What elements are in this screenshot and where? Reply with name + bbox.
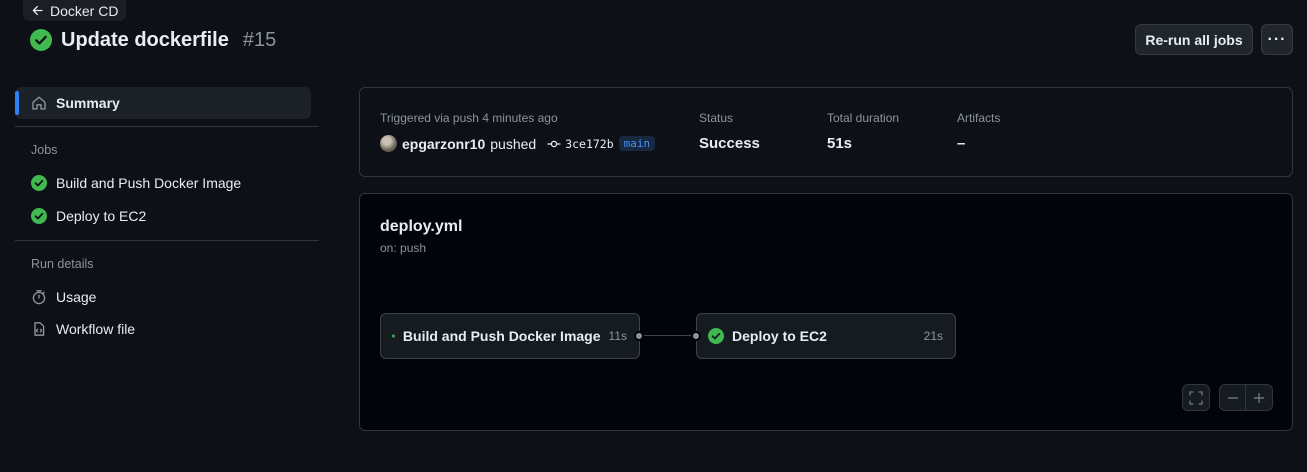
branch-label[interactable]: main bbox=[618, 136, 656, 151]
arrow-left-icon bbox=[32, 5, 43, 16]
kebab-icon: ··· bbox=[1267, 30, 1287, 48]
job-duration: 11s bbox=[608, 329, 627, 343]
job-name: Build and Push Docker Image bbox=[402, 328, 601, 344]
more-options-button[interactable]: ··· bbox=[1261, 24, 1293, 55]
artifacts-value: – bbox=[957, 135, 966, 152]
job-name: Deploy to EC2 bbox=[732, 328, 827, 344]
duration-value[interactable]: 51s bbox=[827, 135, 852, 152]
sidebar-item-usage[interactable]: Usage bbox=[31, 289, 96, 305]
success-check-icon bbox=[708, 328, 724, 344]
sidebar-divider bbox=[15, 126, 319, 127]
duration-label: Total duration bbox=[827, 111, 900, 125]
home-icon bbox=[32, 96, 46, 110]
status-label: Status bbox=[699, 111, 734, 125]
run-number: #15 bbox=[242, 28, 277, 51]
action-text: pushed bbox=[490, 135, 537, 152]
trigger-details: epgarzonr10 pushed 3ce172b main bbox=[380, 135, 656, 152]
trigger-text: Triggered via push 4 minutes ago bbox=[380, 111, 558, 125]
sidebar-item-label: Build and Push Docker Image bbox=[56, 175, 242, 191]
success-check-icon bbox=[31, 208, 47, 224]
run-title: Update dockerfile bbox=[61, 28, 229, 51]
minus-icon bbox=[1227, 396, 1238, 399]
sidebar-divider bbox=[15, 240, 319, 241]
zoom-out-button[interactable] bbox=[1220, 385, 1247, 410]
run-details-heading: Run details bbox=[31, 257, 94, 271]
fullscreen-icon bbox=[1189, 390, 1203, 405]
zoom-controls bbox=[1219, 384, 1273, 411]
rerun-all-jobs-button[interactable]: Re-run all jobs bbox=[1135, 24, 1253, 55]
workflow-graph: deploy.yml on: push Build and Push Docke… bbox=[359, 193, 1293, 431]
stopwatch-icon bbox=[32, 290, 46, 305]
jobs-heading: Jobs bbox=[31, 143, 58, 157]
connector-dot bbox=[691, 331, 701, 341]
page-title: Update dockerfile #15 bbox=[30, 27, 276, 53]
active-indicator bbox=[15, 91, 19, 115]
back-link-label: Docker CD bbox=[50, 2, 119, 19]
job-node[interactable]: Deploy to EC2 21s bbox=[696, 313, 956, 359]
status-value: Success bbox=[699, 135, 760, 152]
fullscreen-button[interactable] bbox=[1182, 384, 1210, 411]
sidebar-item-job[interactable]: Build and Push Docker Image bbox=[31, 175, 241, 191]
file-code-icon bbox=[34, 322, 45, 336]
commit-link[interactable]: 3ce172b bbox=[547, 136, 614, 151]
plus-icon bbox=[1254, 392, 1264, 403]
success-check-icon bbox=[31, 175, 47, 191]
workflow-trigger: on: push bbox=[380, 241, 427, 255]
run-summary-card: Triggered via push 4 minutes ago epgarzo… bbox=[359, 87, 1293, 177]
artifacts-label: Artifacts bbox=[957, 111, 1001, 125]
back-link[interactable]: Docker CD bbox=[23, 0, 127, 21]
sidebar-item-label: Summary bbox=[56, 95, 120, 111]
actor-link[interactable]: epgarzonr10 bbox=[402, 136, 485, 152]
job-duration: 21s bbox=[923, 329, 943, 343]
success-check-icon bbox=[30, 29, 52, 51]
commit-sha: 3ce172b bbox=[565, 136, 614, 151]
sidebar-item-label: Workflow file bbox=[56, 321, 136, 337]
workflow-file-name[interactable]: deploy.yml bbox=[380, 218, 462, 236]
job-node[interactable]: Build and Push Docker Image 11s bbox=[380, 313, 640, 359]
zoom-in-button[interactable] bbox=[1246, 385, 1272, 410]
sidebar-item-job[interactable]: Deploy to EC2 bbox=[31, 208, 146, 224]
sidebar-item-label: Deploy to EC2 bbox=[56, 208, 147, 224]
sidebar-item-label: Usage bbox=[56, 289, 97, 305]
sidebar-item-workflow-file[interactable]: Workflow file bbox=[31, 321, 135, 337]
sidebar-summary-row[interactable]: Summary bbox=[31, 95, 120, 111]
success-check-icon bbox=[392, 334, 395, 338]
connector-dot bbox=[634, 331, 644, 341]
avatar[interactable] bbox=[380, 135, 397, 152]
job-connector bbox=[640, 335, 698, 336]
git-commit-icon bbox=[547, 140, 561, 147]
